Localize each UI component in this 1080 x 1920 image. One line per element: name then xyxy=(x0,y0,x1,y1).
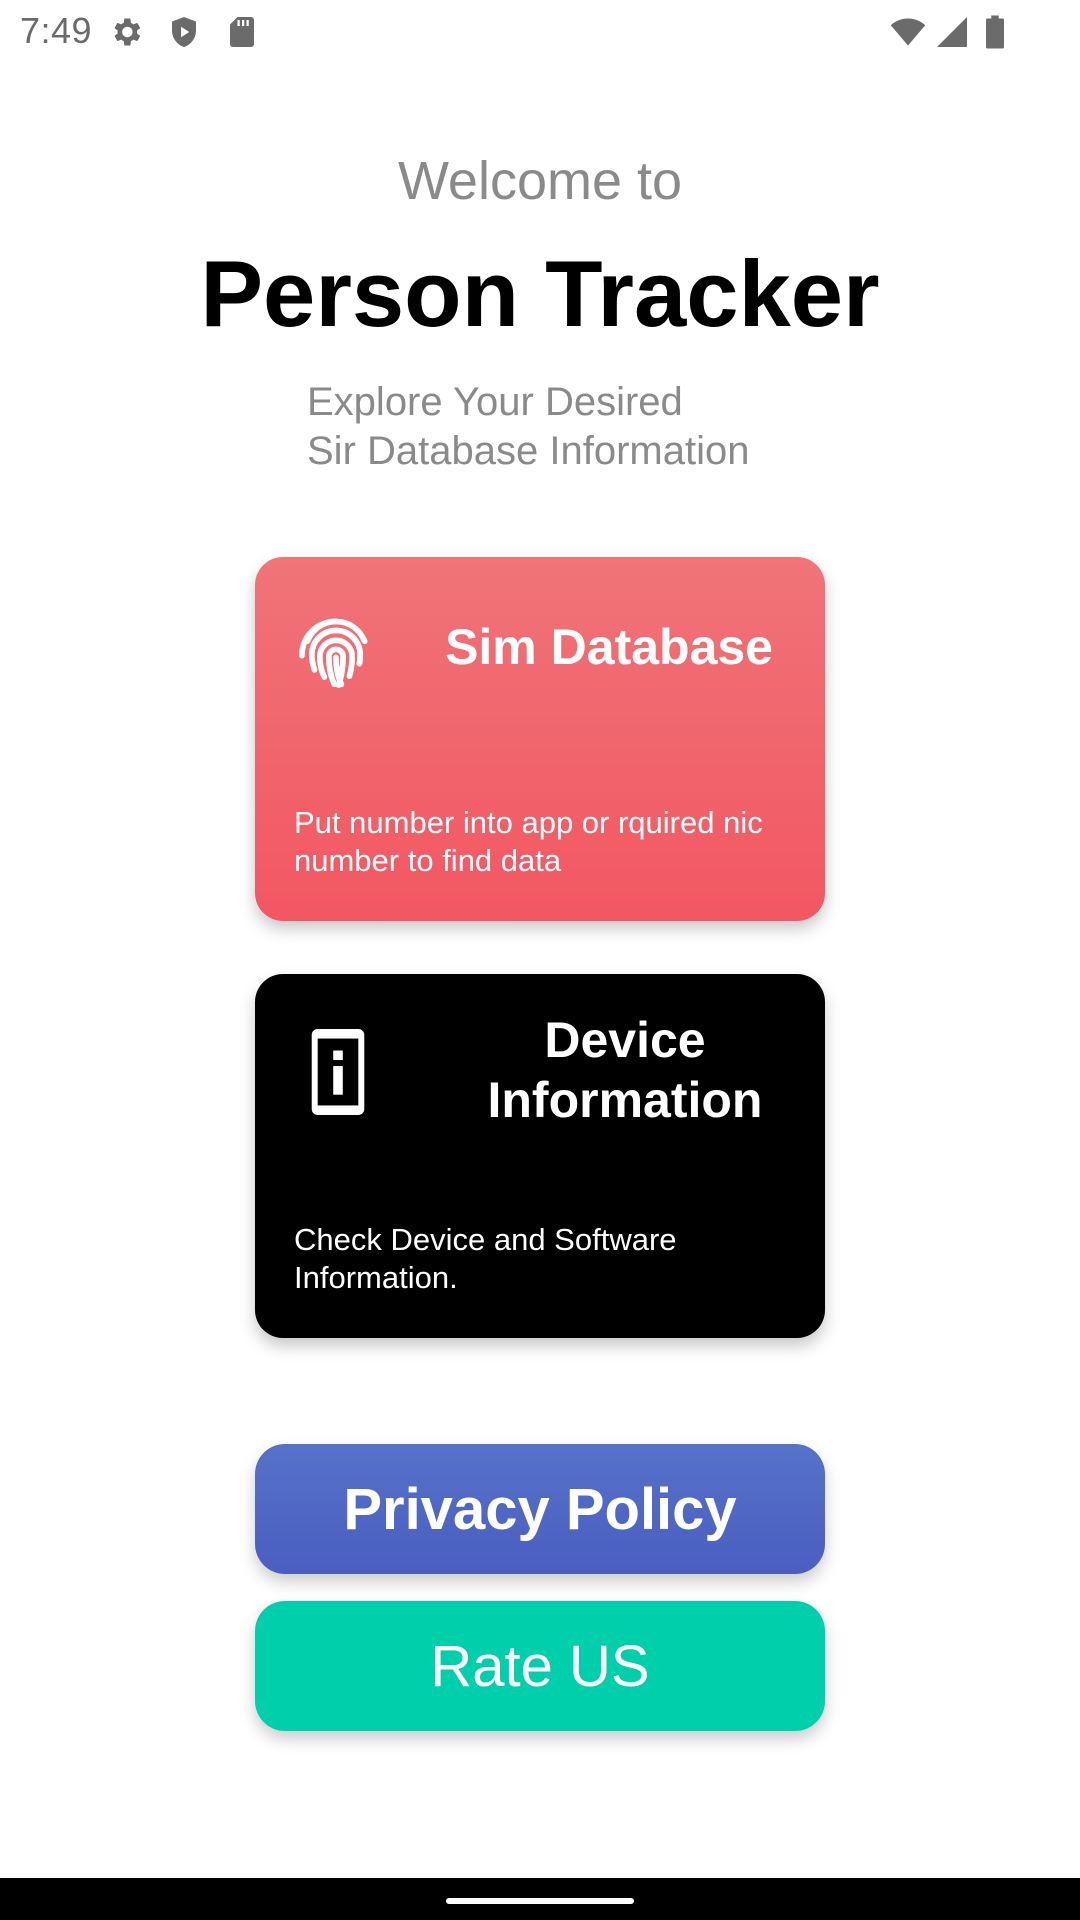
home-handle[interactable] xyxy=(446,1898,634,1904)
privacy-policy-button[interactable]: Privacy Policy xyxy=(255,1444,825,1574)
sim-database-title: Sim Database xyxy=(445,619,773,675)
screen: 7:49 Welcome to Person Tracker Explore Y… xyxy=(0,0,1080,1920)
sim-database-card[interactable]: Sim Database Put number into app or rqui… xyxy=(255,557,825,921)
rate-us-button[interactable]: Rate US xyxy=(255,1601,825,1731)
battery-icon xyxy=(980,14,1010,50)
subtitle: Explore Your Desired Sir Database Inform… xyxy=(307,378,827,476)
sim-database-description: Put number into app or rquired nic numbe… xyxy=(294,805,763,878)
sd-card-icon xyxy=(224,14,260,50)
wifi-icon xyxy=(888,14,928,50)
subtitle-line-1: Explore Your Desired xyxy=(307,380,683,424)
status-time: 7:49 xyxy=(20,10,93,51)
navigation-bar xyxy=(0,1878,1080,1920)
welcome-text: Welcome to xyxy=(397,151,683,211)
device-information-title: Device Information xyxy=(487,1012,763,1128)
device-information-description: Check Device and Software Information. xyxy=(294,1222,677,1295)
subtitle-line-2: Sir Database Information xyxy=(307,429,750,473)
gear-icon xyxy=(108,14,144,50)
status-bar: 7:49 xyxy=(0,0,1080,66)
device-information-card[interactable]: Device Information Check Device and Soft… xyxy=(255,974,825,1338)
shield-play-icon xyxy=(166,14,202,50)
fingerprint-icon xyxy=(293,609,379,695)
app-title: Person Tracker xyxy=(200,241,880,346)
signal-icon xyxy=(934,14,970,50)
device-info-icon xyxy=(305,1029,371,1115)
